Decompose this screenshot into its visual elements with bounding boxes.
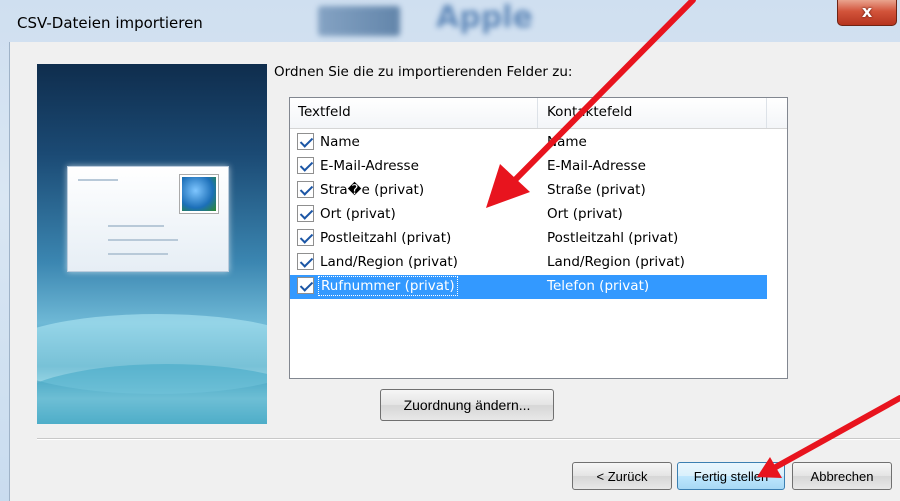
envelope-icon bbox=[67, 166, 229, 272]
text-field-cell: Name bbox=[320, 134, 360, 150]
finish-button[interactable]: Fertig stellen bbox=[677, 462, 785, 490]
contact-field-cell: Land/Region (privat) bbox=[547, 254, 685, 270]
globe-stamp-icon bbox=[180, 175, 218, 213]
list-item[interactable]: Name Name bbox=[290, 131, 767, 155]
column-header-textfeld[interactable]: Textfeld bbox=[298, 104, 351, 120]
list-item[interactable]: Postleitzahl (privat) Postleitzahl (priv… bbox=[290, 227, 767, 251]
contact-field-cell: Name bbox=[547, 134, 587, 150]
column-separator[interactable] bbox=[766, 98, 767, 128]
wave-decoration bbox=[37, 364, 267, 424]
title-bar[interactable]: CSV-Dateien importieren Apple x bbox=[0, 0, 900, 42]
include-checkbox[interactable] bbox=[297, 157, 314, 174]
cancel-button[interactable]: Abbrechen bbox=[792, 462, 892, 490]
field-mapping-list[interactable]: Textfeld Kontaktefeld Name Name E-Mail-A… bbox=[289, 97, 788, 379]
mapping-prompt: Ordnen Sie die zu importierenden Felder … bbox=[274, 64, 573, 80]
column-header-kontaktefeld[interactable]: Kontaktefeld bbox=[547, 104, 632, 120]
list-item[interactable]: Ort (privat) Ort (privat) bbox=[290, 203, 767, 227]
change-mapping-button[interactable]: Zuordnung ändern... bbox=[380, 389, 554, 421]
include-checkbox[interactable] bbox=[297, 205, 314, 222]
back-button[interactable]: < Zurück bbox=[572, 462, 672, 490]
list-header: Textfeld Kontaktefeld bbox=[290, 98, 787, 129]
contact-field-cell: Telefon (privat) bbox=[547, 278, 650, 294]
background-logo-icon bbox=[318, 6, 400, 36]
dialog-client-area: Ordnen Sie die zu importierenden Felder … bbox=[9, 42, 900, 501]
list-item-selected[interactable]: Rufnummer (privat) Telefon (privat) bbox=[290, 275, 767, 299]
text-field-cell: Rufnummer (privat) bbox=[318, 276, 458, 296]
envelope-line bbox=[108, 225, 164, 227]
contact-field-cell: Ort (privat) bbox=[547, 206, 623, 222]
envelope-line bbox=[108, 239, 178, 241]
list-item[interactable]: Stra�e (privat) Straße (privat) bbox=[290, 179, 767, 203]
include-checkbox[interactable] bbox=[297, 181, 314, 198]
wizard-illustration bbox=[37, 64, 267, 424]
envelope-line bbox=[108, 253, 168, 255]
dialog-window: CSV-Dateien importieren Apple x Ordnen S… bbox=[0, 0, 900, 501]
window-title: CSV-Dateien importieren bbox=[17, 14, 203, 32]
text-field-cell: Land/Region (privat) bbox=[320, 254, 458, 270]
close-icon: x bbox=[861, 2, 873, 21]
include-checkbox[interactable] bbox=[297, 133, 314, 150]
contact-field-cell: Postleitzahl (privat) bbox=[547, 230, 679, 246]
include-checkbox[interactable] bbox=[297, 229, 314, 246]
text-field-cell: Postleitzahl (privat) bbox=[320, 230, 452, 246]
include-checkbox[interactable] bbox=[297, 277, 314, 294]
text-field-cell: Stra�e (privat) bbox=[320, 182, 425, 198]
close-button[interactable]: x bbox=[837, 0, 897, 26]
list-item[interactable]: E-Mail-Adresse E-Mail-Adresse bbox=[290, 155, 767, 179]
envelope-line bbox=[78, 179, 118, 181]
contact-field-cell: Straße (privat) bbox=[547, 182, 646, 198]
background-window-blur: Apple bbox=[318, 0, 548, 40]
list-item[interactable]: Land/Region (privat) Land/Region (privat… bbox=[290, 251, 767, 275]
separator-line bbox=[37, 438, 900, 440]
contact-field-cell: E-Mail-Adresse bbox=[547, 158, 646, 174]
background-window-text: Apple bbox=[436, 0, 533, 35]
column-separator[interactable] bbox=[537, 98, 538, 128]
text-field-cell: E-Mail-Adresse bbox=[320, 158, 419, 174]
text-field-cell: Ort (privat) bbox=[320, 206, 396, 222]
include-checkbox[interactable] bbox=[297, 253, 314, 270]
